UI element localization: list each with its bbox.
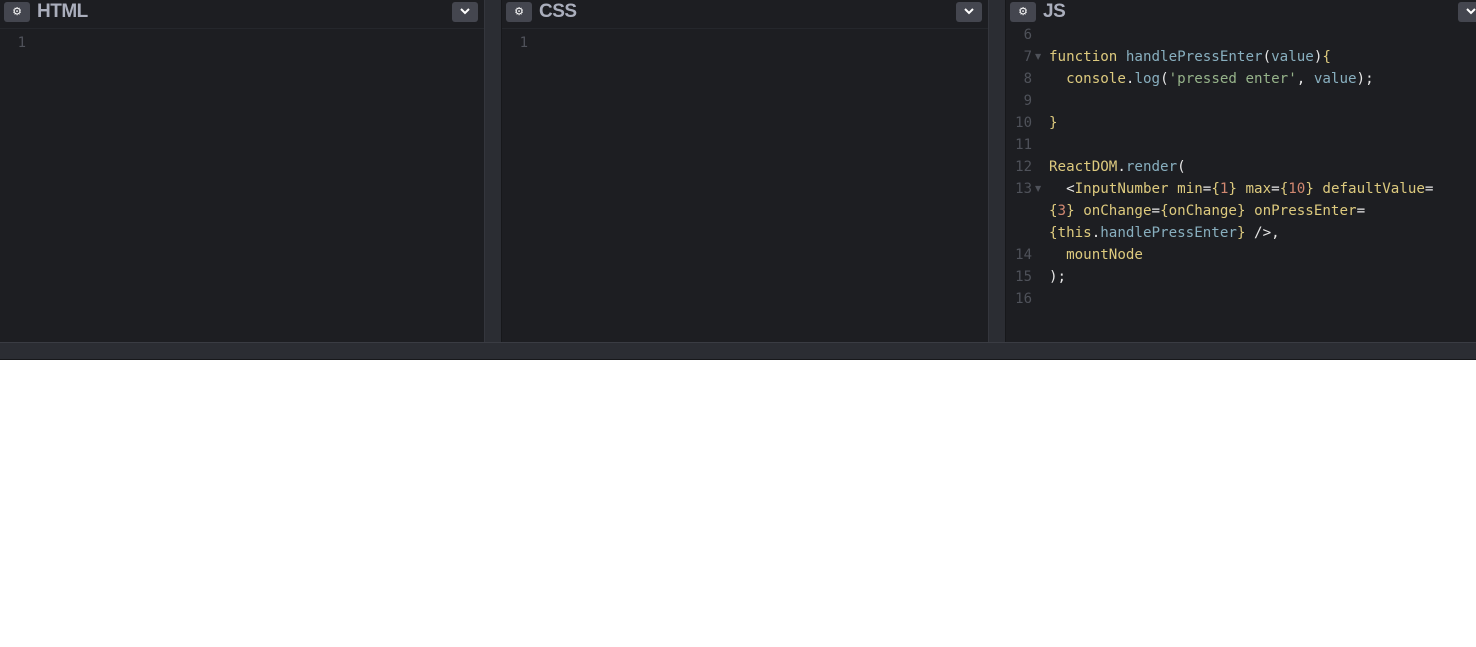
code-line: ReactDOM.render( <box>1049 159 1186 175</box>
panel-title: CSS <box>539 1 577 22</box>
code-line: } <box>1049 115 1058 131</box>
line-number: 7 <box>1023 49 1032 65</box>
gear-icon[interactable]: ⚙ <box>1010 2 1036 22</box>
css-panel-header: ⚙ CSS <box>502 0 988 24</box>
line-number: 8 <box>1023 71 1032 87</box>
divider <box>0 28 484 29</box>
line-number: 13 <box>1015 181 1032 197</box>
css-panel: ⚙ CSS 1 <box>502 0 988 342</box>
js-panel: ⚙ JS 6 7 8 9 10 11 12 13 14 15 16 ▼ ▼ function han… <box>1006 0 1476 342</box>
chevron-down-icon[interactable] <box>452 2 478 22</box>
code-line: <InputNumber min={1} max={10} defaultVal… <box>1066 181 1434 197</box>
panel-resize-handle[interactable] <box>988 0 1006 342</box>
line-number: 12 <box>1015 159 1032 175</box>
preview-resize-handle[interactable] <box>0 342 1476 360</box>
line-number: 14 <box>1015 247 1032 263</box>
fold-arrow-icon[interactable]: ▼ <box>1035 178 1041 200</box>
code-line: console.log('pressed enter', value); <box>1066 71 1374 87</box>
code-line: ); <box>1049 269 1067 285</box>
gear-icon[interactable]: ⚙ <box>4 2 30 22</box>
fold-arrow-icon[interactable]: ▼ <box>1035 46 1041 68</box>
panel-title: JS <box>1043 1 1066 22</box>
code-line: {3} onChange={onChange} onPressEnter= <box>1049 203 1366 219</box>
line-number: 11 <box>1015 137 1032 153</box>
panel-title: HTML <box>37 1 88 22</box>
editor-area: ⚙ HTML 1 ⚙ CSS 1 ⚙ JS 6 7 8 9 10 11 12 1… <box>0 0 1476 342</box>
line-number: 1 <box>519 35 528 51</box>
html-panel-header: ⚙ HTML <box>0 0 484 24</box>
gear-icon[interactable]: ⚙ <box>506 2 532 22</box>
line-number: 6 <box>1023 27 1032 43</box>
line-number: 15 <box>1015 269 1032 285</box>
code-line: {this.handlePressEnter} />, <box>1049 225 1280 241</box>
line-number: 16 <box>1015 291 1032 307</box>
result-preview <box>0 360 1476 647</box>
code-line: function handlePressEnter(value){ <box>1049 49 1331 65</box>
divider <box>502 28 988 29</box>
line-number: 9 <box>1023 93 1032 109</box>
chevron-down-icon[interactable] <box>956 2 982 22</box>
line-number: 1 <box>17 35 26 51</box>
line-number: 10 <box>1015 115 1032 131</box>
js-panel-header: ⚙ JS <box>1006 0 1476 24</box>
chevron-down-icon[interactable] <box>1458 2 1476 22</box>
panel-resize-handle[interactable] <box>484 0 502 342</box>
code-line: mountNode <box>1066 247 1143 263</box>
html-panel: ⚙ HTML 1 <box>0 0 484 342</box>
